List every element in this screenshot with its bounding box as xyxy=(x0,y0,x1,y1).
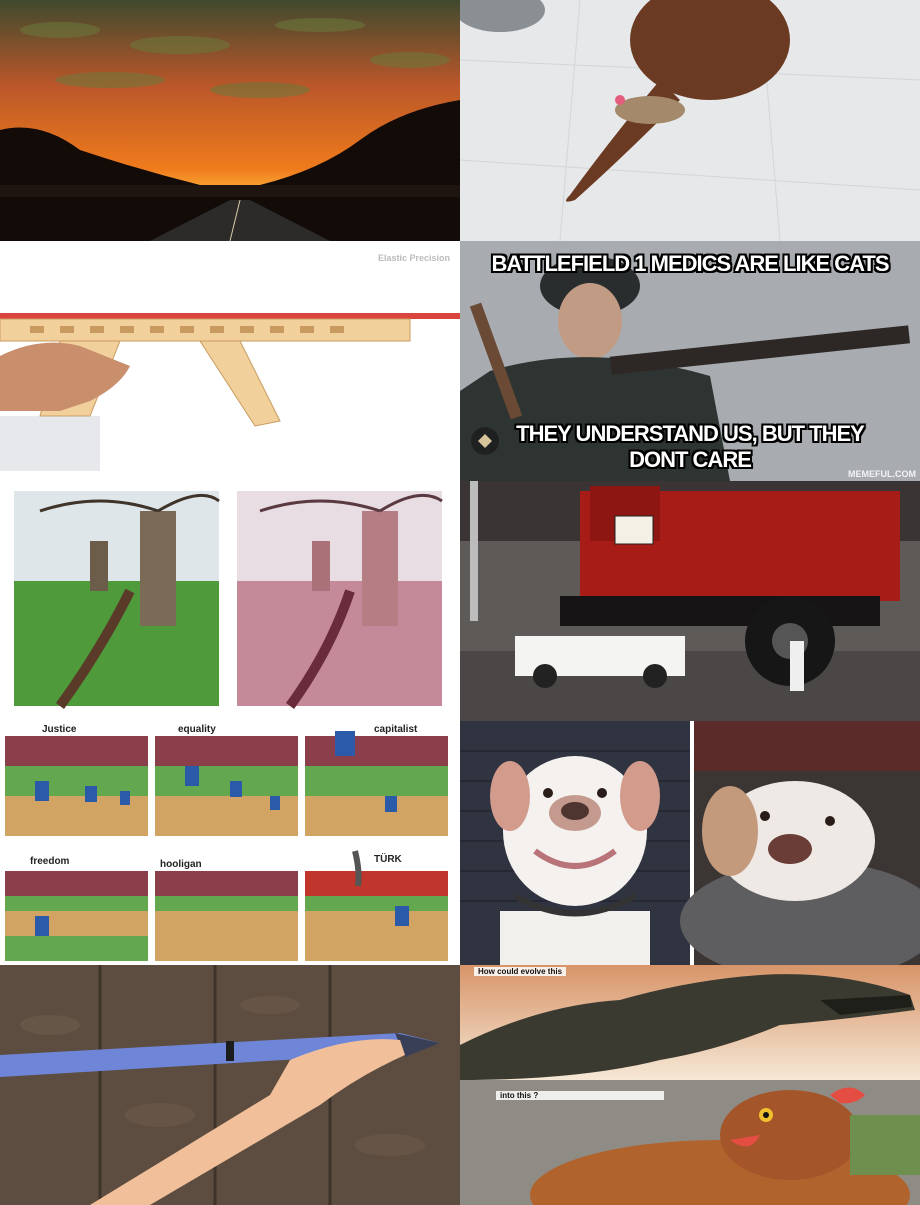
meme-bottom-text-line1: THEY UNDERSTAND US, BUT THEY xyxy=(516,421,865,446)
comic-label-capitalist: capitalist xyxy=(374,724,418,735)
tape-table-photo xyxy=(0,965,460,1205)
trucks-photo: 1994 xyxy=(460,481,920,721)
caption-top: How could evolve this xyxy=(474,967,567,976)
battlefield-meme: BATTLEFIELD 1 MEDICS ARE LIKE CATS THEY … xyxy=(460,241,920,481)
comic-label-freedom: freedom xyxy=(30,856,70,867)
evolution-meme: How could evolve this into this ? xyxy=(460,965,920,1205)
dog-cat-photo xyxy=(460,0,920,241)
trees-comparison-photo xyxy=(0,481,460,721)
rubber-band-gun-photo: Elastic Precision xyxy=(0,241,460,481)
pitbulls-photo xyxy=(460,721,920,965)
comic-label-justice: Justice xyxy=(42,724,77,735)
watermark-text: MEMEFUL.COM xyxy=(848,469,916,479)
equality-comic: Justice equality capitalist freedom hool… xyxy=(0,721,460,965)
comic-label-equality: equality xyxy=(178,724,216,735)
meme-top-text: BATTLEFIELD 1 MEDICS ARE LIKE CATS xyxy=(491,251,889,276)
comic-label-turk: TÜRK xyxy=(374,854,402,865)
watermark-text: Elastic Precision xyxy=(377,253,450,263)
caption-bottom: into this ? xyxy=(496,1091,664,1100)
comic-label-hooligan: hooligan xyxy=(160,859,202,870)
sunset-photo xyxy=(0,0,460,241)
